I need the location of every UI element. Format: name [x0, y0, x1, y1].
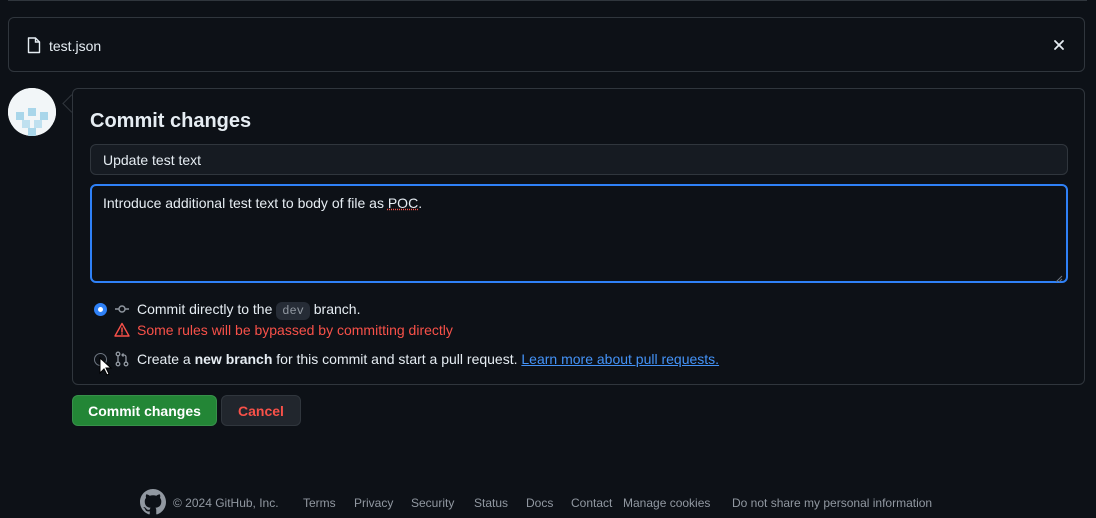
new-branch-label: Create a new branch for this commit and …: [137, 351, 719, 367]
alert-icon: [114, 322, 130, 338]
footer-link-manage-cookies[interactable]: Manage cookies: [623, 496, 710, 510]
commit-panel: Commit changes Introduce additional test…: [72, 88, 1085, 385]
new-branch-text: Create a: [137, 351, 195, 367]
description-end: .: [418, 195, 423, 211]
file-header: test.json: [8, 17, 1085, 72]
learn-more-link[interactable]: Learn more about pull requests.: [521, 351, 719, 367]
description-flagged-word: POC: [387, 195, 419, 211]
cancel-button[interactable]: Cancel: [221, 395, 301, 426]
file-name: test.json: [49, 38, 102, 54]
description-text: Introduce additional test text to body o…: [103, 195, 388, 211]
footer-link-security[interactable]: Security: [411, 496, 454, 510]
footer-link-do-not-share[interactable]: Do not share my personal information: [732, 496, 932, 510]
commit-summary-input[interactable]: [90, 144, 1068, 175]
footer-link-privacy[interactable]: Privacy: [354, 496, 393, 510]
footer-link-status[interactable]: Status: [474, 496, 508, 510]
mouse-cursor-icon: [99, 356, 113, 377]
commit-title: Commit changes: [90, 110, 252, 132]
git-commit-icon: [114, 301, 130, 317]
footer-link-terms[interactable]: Terms: [303, 496, 336, 510]
top-border: [8, 0, 1087, 1]
new-branch-bold: new branch: [194, 351, 273, 367]
branch-name: dev: [276, 302, 310, 320]
footer-copyright: © 2024 GitHub, Inc.: [173, 496, 279, 510]
commit-direct-text: Commit directly to the: [137, 301, 277, 317]
commit-direct-label: Commit directly to the dev branch.: [137, 301, 361, 320]
commit-description-input[interactable]: Introduce additional test text to body o…: [90, 184, 1068, 283]
github-logo-icon[interactable]: [140, 489, 166, 515]
resize-handle[interactable]: [1055, 270, 1063, 283]
commit-direct-radio[interactable]: [94, 303, 107, 316]
new-branch-text-end: for this commit and start a pull request…: [272, 351, 522, 367]
bypass-warning: Some rules will be bypassed by committin…: [137, 322, 453, 338]
git-pull-request-icon: [114, 351, 130, 367]
commit-direct-text-end: branch.: [309, 301, 361, 317]
commit-changes-button[interactable]: Commit changes: [72, 395, 217, 426]
footer-link-docs[interactable]: Docs: [526, 496, 553, 510]
footer: [140, 489, 173, 515]
avatar[interactable]: [8, 88, 56, 136]
file-icon: [27, 37, 41, 54]
close-icon[interactable]: [1050, 36, 1068, 54]
footer-link-contact[interactable]: Contact: [571, 496, 612, 510]
